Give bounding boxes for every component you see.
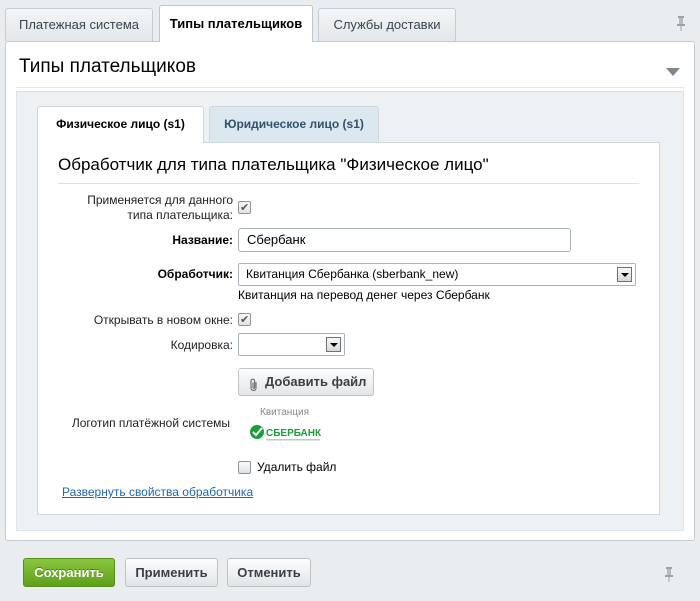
- tab-payment-system[interactable]: Платежная система: [5, 8, 153, 41]
- applies-label-line2: типа плательщика:: [127, 208, 233, 222]
- handler-label: Обработчик:: [157, 267, 233, 281]
- collapse-icon[interactable]: [666, 64, 680, 76]
- handler-divider: [58, 183, 639, 184]
- new-window-label: Открывать в новом окне:: [93, 313, 233, 327]
- encoding-select[interactable]: [238, 333, 345, 356]
- expand-properties-link[interactable]: Развернуть свойства обработчика: [62, 485, 253, 499]
- encoding-label: Кодировка:: [170, 338, 233, 352]
- check-icon: ✔: [240, 202, 250, 214]
- tab-legal-entity[interactable]: Юридическое лицо (s1): [209, 106, 379, 142]
- add-file-button[interactable]: Добавить файл: [238, 368, 374, 396]
- handler-hint: Квитанция на перевод денег через Сбербан…: [238, 288, 490, 302]
- logo-label: Логотип платёжной системы: [71, 416, 230, 430]
- pin-icon[interactable]: [675, 15, 687, 31]
- tab-payer-types[interactable]: Типы плательщиков: [159, 5, 313, 42]
- chevron-down-icon: [617, 267, 632, 282]
- applies-label-line1: Применяется для данного: [87, 193, 233, 207]
- paperclip-icon: [249, 375, 259, 392]
- delete-file-label: Удалить файл: [257, 460, 337, 474]
- applies-checkbox[interactable]: ✔: [238, 201, 251, 214]
- tab-individual[interactable]: Физическое лицо (s1): [37, 106, 204, 143]
- apply-button[interactable]: Применить: [125, 558, 218, 587]
- handler-title: Обработчик для типа плательщика "Физичес…: [58, 155, 489, 174]
- delete-file-checkbox[interactable]: [238, 461, 251, 474]
- cancel-button[interactable]: Отменить: [227, 558, 311, 587]
- add-file-label: Добавить файл: [265, 374, 367, 389]
- top-tab-bar: Платежная система Типы плательщиков Служ…: [0, 0, 700, 44]
- handler-form: Обработчик для типа плательщика "Физичес…: [37, 142, 660, 515]
- name-label: Название:: [172, 233, 233, 247]
- check-icon: ✔: [240, 314, 250, 326]
- applies-label: Применяется для данного типа плательщика…: [38, 193, 233, 223]
- save-button[interactable]: Сохранить: [23, 558, 115, 587]
- payment-logo: Квитанция СБЕРБАНК: [246, 407, 326, 449]
- sberbank-logo: СБЕРБАНК: [248, 421, 324, 447]
- title-divider: [16, 87, 684, 88]
- tab-delivery-services[interactable]: Службы доставки: [318, 8, 456, 41]
- name-input[interactable]: Сбербанк: [238, 228, 571, 252]
- payer-type-tabs-area: Физическое лицо (s1) Юридическое лицо (s…: [16, 91, 684, 531]
- payer-types-panel: Типы плательщиков Физическое лицо (s1) Ю…: [5, 41, 695, 541]
- chevron-down-icon: [326, 337, 341, 352]
- panel-title: Типы плательщиков: [19, 56, 196, 77]
- handler-select[interactable]: Квитанция Сбербанка (sberbank_new): [238, 263, 636, 286]
- pin-icon[interactable]: [663, 566, 675, 582]
- logo-caption: Квитанция: [260, 407, 310, 418]
- logo-text: СБЕРБАНК: [266, 428, 322, 439]
- new-window-checkbox[interactable]: ✔: [238, 313, 251, 326]
- handler-select-value: Квитанция Сбербанка (sberbank_new): [246, 267, 459, 281]
